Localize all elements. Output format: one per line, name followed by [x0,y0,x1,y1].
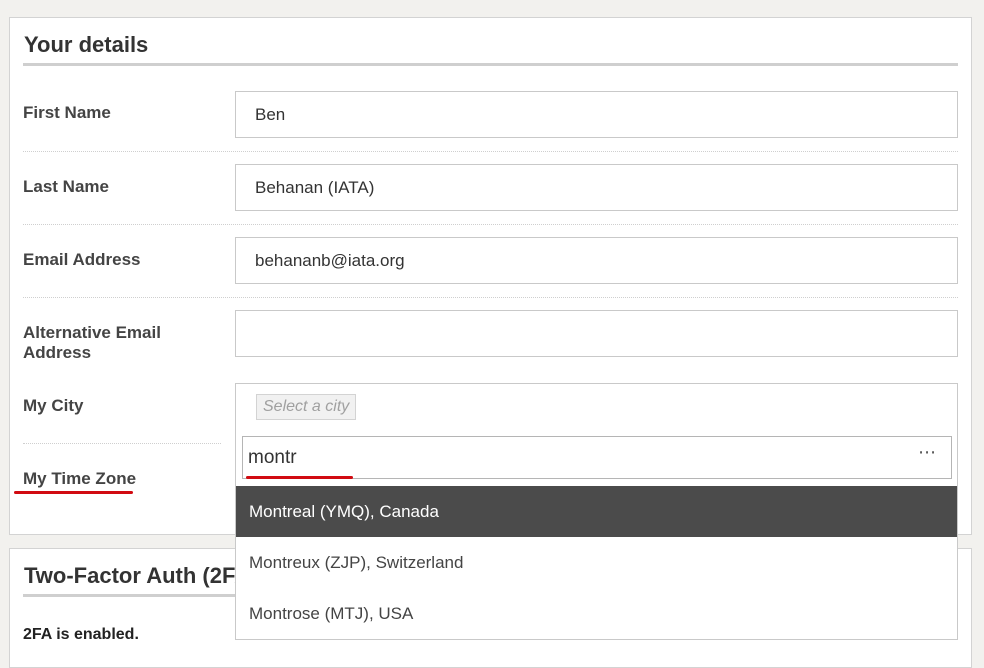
city-search-input[interactable] [242,436,952,479]
title-divider [23,63,958,66]
your-details-title: Your details [24,32,149,57]
row-divider [23,151,958,152]
first-name-label: First Name [23,103,111,122]
row-divider [23,297,958,298]
first-name-input[interactable] [235,91,958,138]
twofa-title: Two-Factor Auth (2FA) [24,563,258,588]
timezone-annotation-underline [14,491,133,494]
row-divider [23,224,958,225]
more-options-icon[interactable]: ⋯ [918,443,937,461]
search-annotation-underline [246,476,353,479]
alt-email-label: Alternative Email Address [23,323,161,362]
last-name-input[interactable] [235,164,958,211]
city-dropdown: ⋯ Montreal (YMQ), Canada Montreux (ZJP),… [235,430,958,640]
alt-email-input[interactable] [235,310,958,357]
city-label: My City [23,396,84,415]
twofa-status: 2FA is enabled. [23,626,139,643]
email-label: Email Address [23,250,141,269]
city-option[interactable]: Montreux (ZJP), Switzerland [236,537,957,588]
row-divider [23,443,221,444]
last-name-label: Last Name [23,177,109,196]
city-select[interactable]: Select a city [235,383,958,431]
city-placeholder: Select a city [256,394,357,420]
city-option[interactable]: Montreal (YMQ), Canada [236,486,957,537]
timezone-label: My Time Zone [23,469,137,488]
city-option[interactable]: Montrose (MTJ), USA [236,588,957,639]
email-input[interactable] [235,237,958,284]
